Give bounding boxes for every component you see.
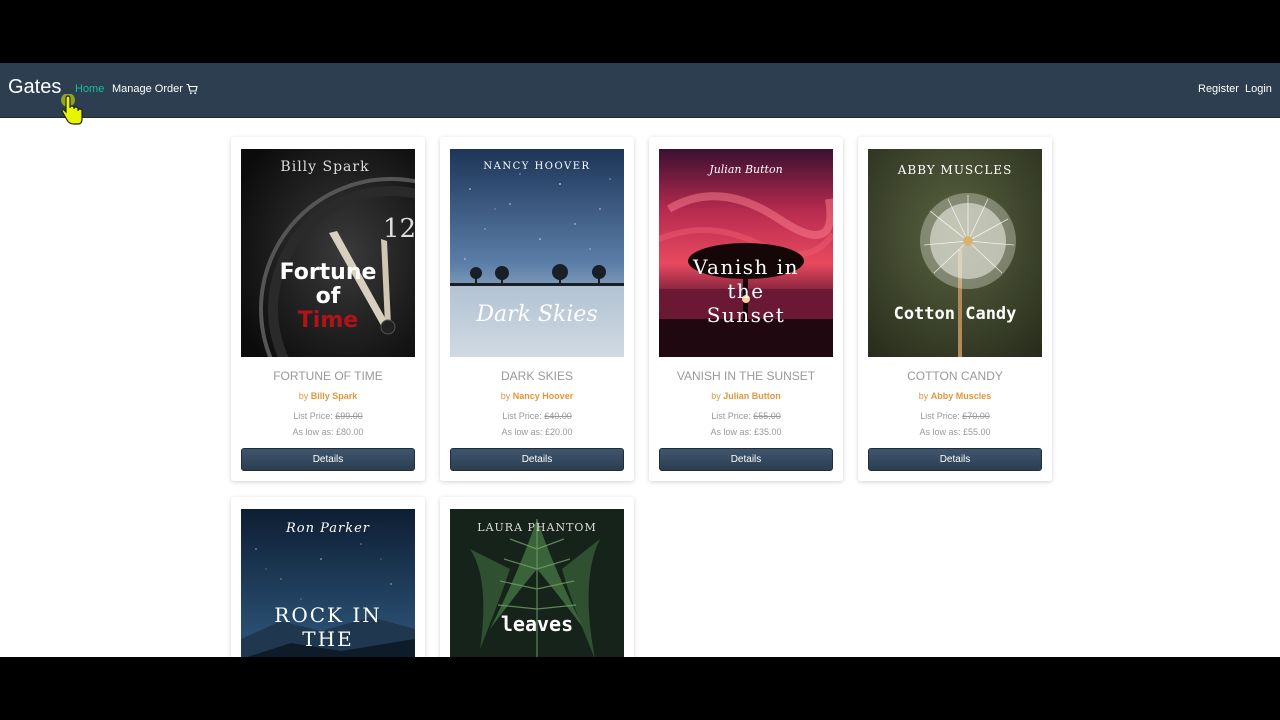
cover-title-line: ROCK IN xyxy=(274,603,381,627)
cover-author: Julian Button xyxy=(707,163,782,176)
list-price-value: £55.00 xyxy=(753,411,781,421)
brand-logo[interactable]: Gates xyxy=(8,76,61,99)
cover-author: NANCY HOOVER xyxy=(483,161,590,172)
list-price-label: List Price: xyxy=(502,411,545,421)
low-price-line: As low as: £35.00 xyxy=(649,427,843,437)
list-price-label: List Price: xyxy=(920,411,963,421)
book-author: Nancy Hoover xyxy=(512,391,574,401)
details-button[interactable]: Details xyxy=(450,448,624,471)
by-label: by xyxy=(711,391,724,401)
by-label: by xyxy=(500,391,513,401)
book-card: LAURA PHANTOM leaves xyxy=(440,497,634,657)
navbar: Gates Home Manage Order Register Login xyxy=(0,63,1280,118)
book-author-line: by Julian Button xyxy=(649,391,843,401)
low-price-value: £20.00 xyxy=(544,427,573,437)
book-cover-image[interactable]: ABBY MUSCLES Cotton Candy xyxy=(868,149,1042,357)
book-cover-image[interactable]: Ron Parker ROCK IN THE xyxy=(241,509,415,657)
book-title: DARK SKIES xyxy=(500,369,574,383)
low-price-value: £55.00 xyxy=(962,427,991,437)
book-cover-image[interactable]: NANCY HOOVER Dark Skies xyxy=(450,149,624,357)
nav-home-link[interactable]: Home xyxy=(75,83,104,95)
cover-title-line: Vanish in xyxy=(692,255,799,279)
book-card: NANCY HOOVER Dark Skies DARK SKIES by Na… xyxy=(440,137,634,481)
cover-title-line: leaves xyxy=(501,612,573,636)
book-title: FORTUNE OF TIME xyxy=(273,369,383,383)
book-title: COTTON CANDY xyxy=(907,369,1003,383)
low-price-line: As low as: £20.00 xyxy=(440,427,634,437)
cart-icon[interactable] xyxy=(186,83,198,95)
book-card: Ron Parker ROCK IN THE xyxy=(231,497,425,657)
cover-author: ABBY MUSCLES xyxy=(897,163,1013,177)
book-card: Julian Button Vanish in the Sunset VANIS… xyxy=(649,137,843,481)
book-author: Julian Button xyxy=(723,391,781,401)
low-price-value: £35.00 xyxy=(753,427,782,437)
list-price-line: List Price: £40.00 xyxy=(440,411,634,421)
details-button[interactable]: Details xyxy=(659,448,833,471)
low-price-line: As low as: £55.00 xyxy=(858,427,1052,437)
cover-title-line: of xyxy=(316,284,341,309)
cover-title-line: THE xyxy=(302,627,353,651)
list-price-line: List Price: £99.00 xyxy=(231,411,425,421)
cover-author: LAURA PHANTOM xyxy=(477,521,596,534)
list-price-value: £70.00 xyxy=(962,411,990,421)
list-price-line: List Price: £55.00 xyxy=(649,411,843,421)
low-price-value: £80.00 xyxy=(335,427,364,437)
cover-title-line: Time xyxy=(298,308,358,333)
low-price-label: As low as: xyxy=(292,427,336,437)
cover-title-line: Dark Skies xyxy=(475,302,597,327)
book-cover-image[interactable]: 12 Billy Spark Fortune of Time xyxy=(241,149,415,357)
book-cover-image[interactable]: Julian Button Vanish in the Sunset xyxy=(659,149,833,357)
list-price-label: List Price: xyxy=(711,411,754,421)
cover-title-line: Fortune xyxy=(280,260,377,285)
low-price-line: As low as: £80.00 xyxy=(231,427,425,437)
cover-title-line: Cotton Candy xyxy=(894,304,1017,324)
list-price-value: £40.00 xyxy=(544,411,572,421)
book-author-line: by Abby Muscles xyxy=(858,391,1052,401)
low-price-label: As low as: xyxy=(919,427,963,437)
list-price-label: List Price: xyxy=(293,411,336,421)
low-price-label: As low as: xyxy=(501,427,545,437)
nav-manage-order-link[interactable]: Manage Order xyxy=(112,83,183,95)
by-label: by xyxy=(298,391,311,401)
nav-register-link[interactable]: Register xyxy=(1198,83,1239,95)
book-title: VANISH IN THE SUNSET xyxy=(676,369,816,383)
details-button[interactable]: Details xyxy=(241,448,415,471)
book-author-line: by Nancy Hoover xyxy=(440,391,634,401)
low-price-label: As low as: xyxy=(710,427,754,437)
nav-login-link[interactable]: Login xyxy=(1245,83,1272,95)
cover-author: Billy Spark xyxy=(280,159,369,175)
cover-title-line: Sunset xyxy=(707,303,786,327)
browser-viewport: Gates Home Manage Order Register Login 1… xyxy=(0,63,1280,657)
cover-author: Ron Parker xyxy=(285,521,370,536)
book-card: 12 Billy Spark Fortune of Time FORTUNE O… xyxy=(231,137,425,481)
book-author-line: by Billy Spark xyxy=(231,391,425,401)
book-author: Abby Muscles xyxy=(930,391,992,401)
by-label: by xyxy=(918,391,931,401)
list-price-value: £99.00 xyxy=(335,411,363,421)
book-author: Billy Spark xyxy=(310,391,358,401)
book-cover-image[interactable]: LAURA PHANTOM leaves xyxy=(450,509,624,657)
details-button[interactable]: Details xyxy=(868,448,1042,471)
book-card: ABBY MUSCLES Cotton Candy COTTON CANDY b… xyxy=(858,137,1052,481)
cover-title-line: the xyxy=(727,279,764,303)
cover-number: 12 xyxy=(383,214,415,244)
list-price-line: List Price: £70.00 xyxy=(858,411,1052,421)
